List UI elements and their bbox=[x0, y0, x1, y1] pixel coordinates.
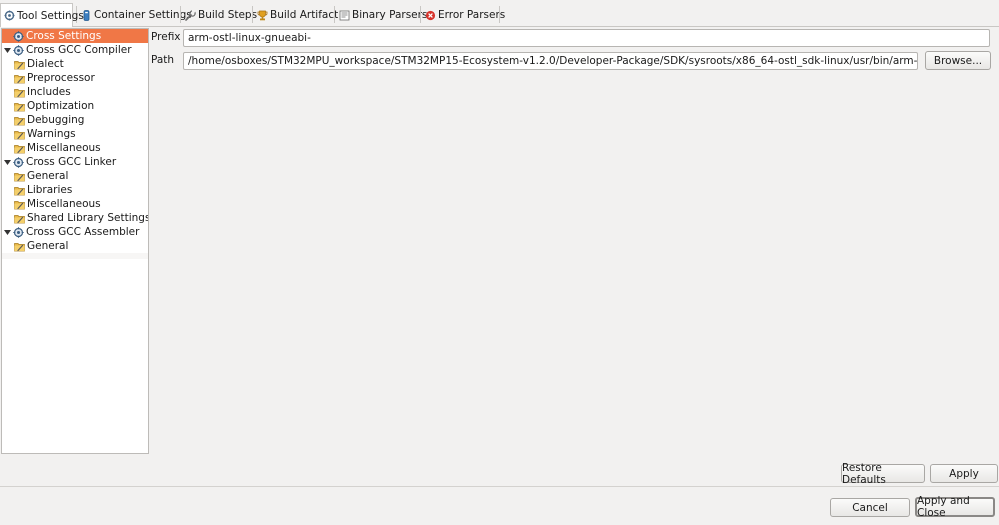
tool-settings-icon bbox=[4, 10, 15, 21]
apply-and-close-button[interactable]: Apply and Close bbox=[915, 495, 995, 519]
option-category-icon bbox=[14, 129, 25, 140]
tree-item[interactable]: Miscellaneous bbox=[2, 141, 148, 155]
option-category-icon bbox=[14, 185, 25, 196]
tree-item[interactable]: Cross GCC Compiler bbox=[2, 43, 148, 57]
tab-build-steps[interactable]: Build Steps bbox=[182, 3, 257, 27]
option-category-icon bbox=[14, 213, 25, 224]
tree-item[interactable]: Warnings bbox=[2, 127, 148, 141]
tab-label: Build Steps bbox=[198, 9, 258, 21]
trophy-icon bbox=[257, 10, 268, 21]
tool-icon bbox=[13, 44, 24, 56]
tree-item-label: Miscellaneous bbox=[27, 198, 101, 210]
tree-item-label: Shared Library Settings bbox=[27, 212, 149, 224]
tree-item[interactable]: Cross GCC Linker bbox=[2, 155, 148, 169]
tab-error-parsers[interactable]: Error Parsers bbox=[422, 3, 505, 27]
tab-bar: Tool Settings Container Settings Build S… bbox=[0, 0, 999, 27]
tab-label: Tool Settings bbox=[17, 9, 84, 22]
option-category-icon bbox=[14, 87, 25, 98]
tree-item[interactable]: Optimization bbox=[2, 99, 148, 113]
tree-item-label: Debugging bbox=[27, 114, 85, 126]
tree-item[interactable]: Preprocessor bbox=[2, 71, 148, 85]
chevron-down-icon[interactable] bbox=[4, 225, 11, 239]
tree-item-label: Libraries bbox=[27, 184, 73, 196]
tree-item[interactable]: Miscellaneous bbox=[2, 197, 148, 211]
option-category-icon bbox=[14, 143, 25, 154]
wrench-icon bbox=[185, 9, 196, 21]
cancel-button[interactable]: Cancel bbox=[830, 498, 910, 517]
prefix-label: Prefix bbox=[151, 31, 181, 43]
tab-label: Container Settings bbox=[94, 9, 192, 21]
tree-item[interactable]: Libraries bbox=[2, 183, 148, 197]
tab-build-artifact[interactable]: Build Artifact bbox=[254, 3, 338, 27]
tree-item-label: Optimization bbox=[27, 100, 95, 112]
tree-item[interactable]: Shared Library Settings bbox=[2, 211, 148, 225]
tree-item[interactable]: Dialect bbox=[2, 57, 148, 71]
apply-button[interactable]: Apply bbox=[930, 464, 998, 483]
tool-icon bbox=[13, 226, 24, 238]
option-category-icon bbox=[14, 73, 25, 84]
option-category-icon bbox=[14, 101, 25, 112]
restore-defaults-button[interactable]: Restore Defaults bbox=[841, 462, 925, 486]
tree-item-label: General bbox=[27, 240, 69, 252]
option-category-icon bbox=[14, 241, 25, 252]
tree-item-label: Miscellaneous bbox=[27, 142, 101, 154]
tool-icon bbox=[13, 156, 24, 168]
tool-icon bbox=[13, 30, 24, 42]
binary-parsers-icon bbox=[339, 10, 350, 21]
tab-tool-settings[interactable]: Tool Settings bbox=[0, 3, 84, 27]
tree-item[interactable]: Includes bbox=[2, 85, 148, 99]
tab-label: Binary Parsers bbox=[352, 9, 428, 21]
path-input[interactable]: /home/osboxes/STM32MPU_workspace/STM32MP… bbox=[183, 52, 918, 70]
tree-item[interactable]: General bbox=[2, 169, 148, 183]
tree-item-label: Warnings bbox=[27, 128, 76, 140]
tree-item-label: Cross GCC Linker bbox=[26, 156, 117, 168]
prefix-input[interactable]: arm-ostl-linux-gnueabi- bbox=[183, 29, 990, 47]
tab-container-settings[interactable]: Container Settings bbox=[78, 3, 192, 27]
tree-item-label: Cross Settings bbox=[26, 30, 102, 42]
tree-item-label: Cross GCC Assembler bbox=[26, 226, 140, 238]
option-category-icon bbox=[14, 115, 25, 126]
chevron-down-icon[interactable] bbox=[4, 43, 11, 57]
tree-item[interactable]: General bbox=[2, 239, 148, 253]
tool-settings-tree[interactable]: Cross Settings Cross GCC Compiler Dialect P… bbox=[1, 28, 149, 454]
option-category-icon bbox=[14, 171, 25, 182]
tree-item-label: General bbox=[27, 170, 69, 182]
path-label: Path bbox=[151, 54, 175, 66]
chevron-down-icon[interactable] bbox=[4, 155, 11, 169]
tree-item-label: Preprocessor bbox=[27, 72, 95, 84]
tree-item-label: Dialect bbox=[27, 58, 64, 70]
tree-item[interactable]: Cross GCC Assembler bbox=[2, 225, 148, 239]
tab-label: Error Parsers bbox=[438, 9, 506, 21]
tree-item-label: Includes bbox=[27, 86, 71, 98]
tree-item-label: Cross GCC Compiler bbox=[26, 44, 132, 56]
tab-binary-parsers[interactable]: Binary Parsers bbox=[336, 3, 427, 27]
browse-button[interactable]: Browse... bbox=[925, 51, 991, 70]
tree-item[interactable]: Cross Settings bbox=[2, 29, 148, 43]
button-bar-separator bbox=[0, 486, 999, 487]
tab-label: Build Artifact bbox=[270, 9, 339, 21]
tree-background-strip bbox=[2, 253, 148, 259]
tree-items: Cross Settings Cross GCC Compiler Dialect P… bbox=[2, 29, 148, 253]
tree-item[interactable]: Debugging bbox=[2, 113, 148, 127]
option-category-icon bbox=[14, 59, 25, 70]
option-category-icon bbox=[14, 199, 25, 210]
error-icon bbox=[425, 10, 436, 21]
